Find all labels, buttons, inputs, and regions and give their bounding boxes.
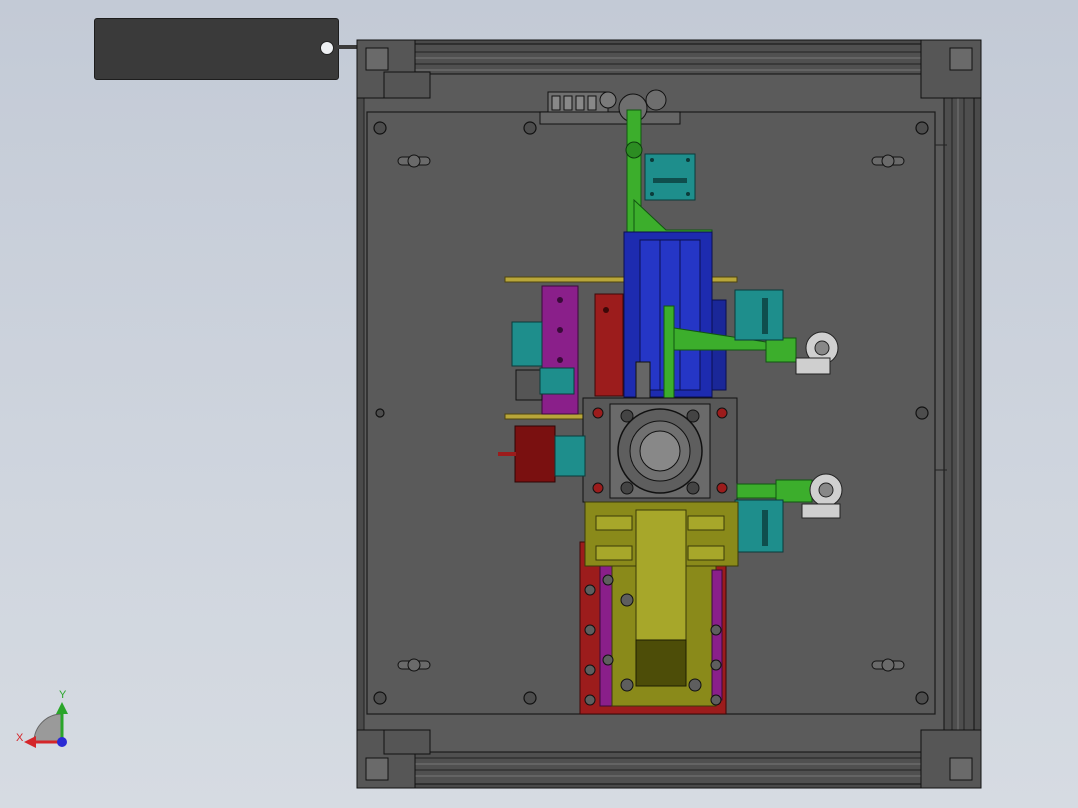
blue-cylinder	[623, 231, 727, 399]
teal-block-right-top	[734, 289, 784, 341]
motor-block	[582, 397, 738, 503]
red-plate	[594, 293, 624, 397]
top-bracket	[539, 89, 681, 125]
triad-y-label: Y	[59, 689, 67, 701]
teal-block-top	[644, 153, 696, 201]
cad-viewport[interactable]: Y X	[0, 0, 1078, 808]
teal-block-right-lower	[734, 499, 784, 553]
assembly-drawing[interactable]	[0, 0, 1078, 808]
purple-block	[541, 285, 579, 415]
lower-slide	[579, 501, 739, 715]
coordinate-triad	[24, 702, 68, 748]
triad-x-label: X	[16, 732, 24, 744]
